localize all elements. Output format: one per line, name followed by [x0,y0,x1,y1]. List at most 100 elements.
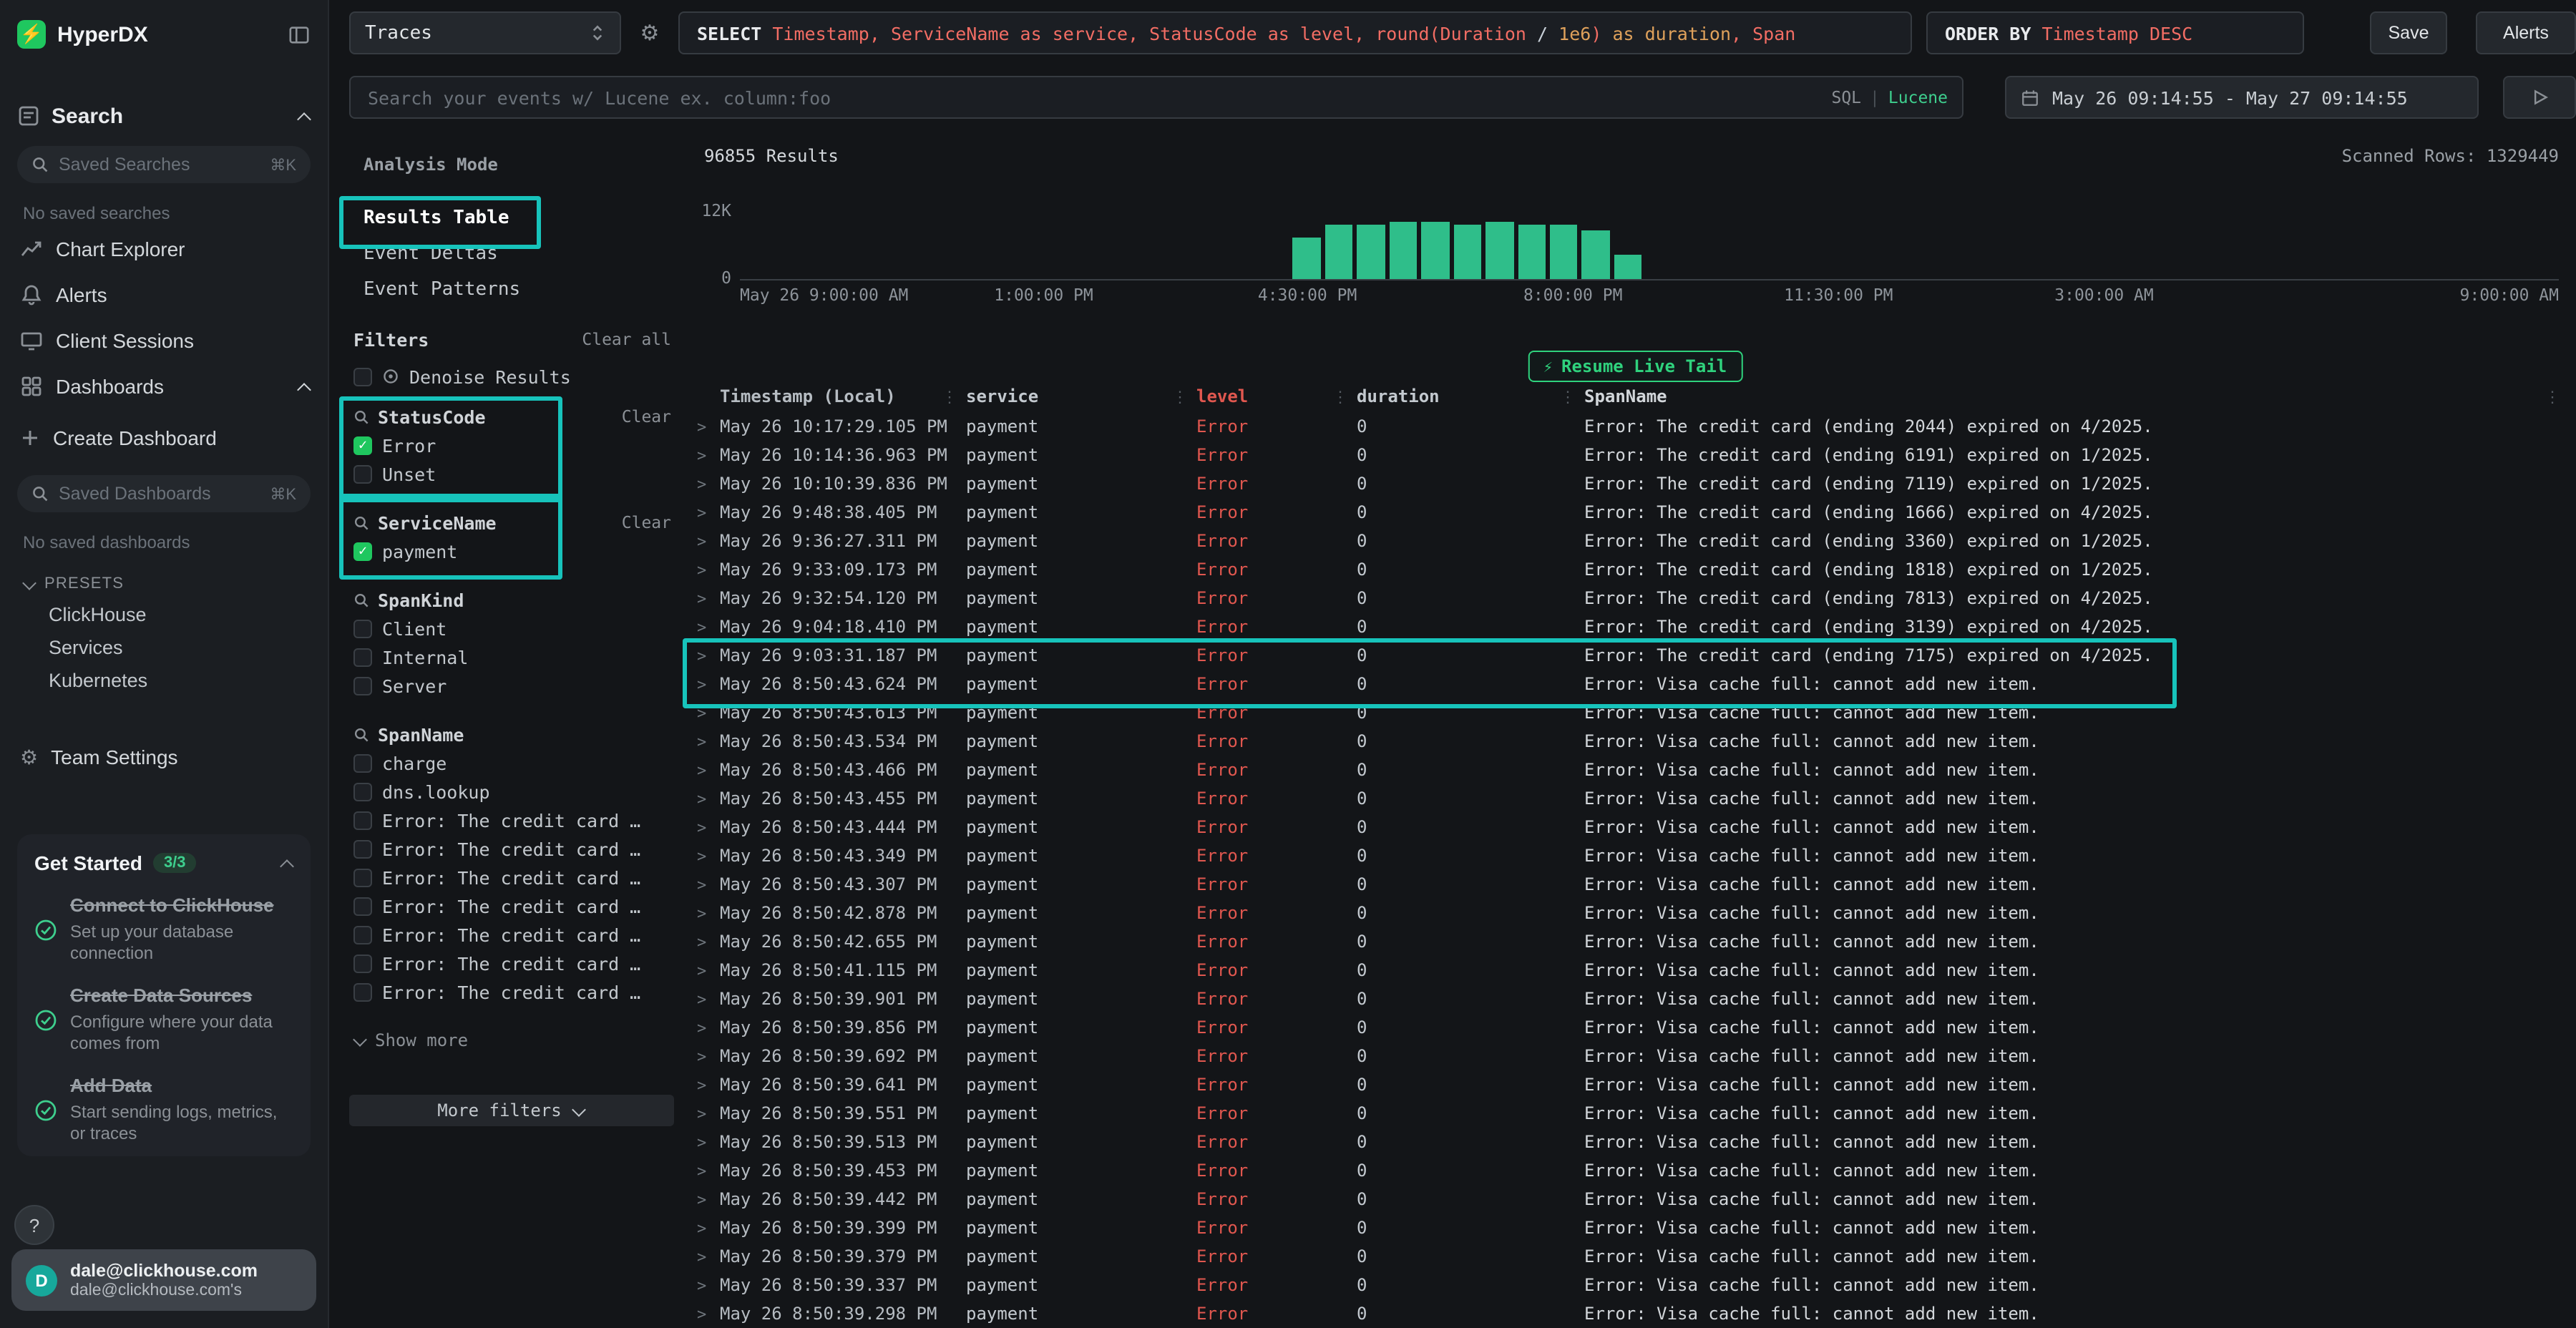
analysis-mode-results-table[interactable]: Results Table [343,200,680,236]
column-header[interactable]: Timestamp (Local)⋮ [720,386,966,406]
table-row[interactable]: >May 26 9:03:31.187 PMpaymentError0Error… [697,641,2569,670]
sql-query-input[interactable]: SELECT Timestamp, ServiceName as service… [678,11,1912,54]
alerts-button[interactable]: Alerts [2476,11,2576,54]
checkbox[interactable] [353,982,372,1001]
column-resize-handle[interactable]: ⋮ [2545,387,2560,406]
row-expand-chevron[interactable]: > [697,1247,720,1266]
source-settings-gear-icon[interactable]: ⚙ [635,20,664,46]
table-row[interactable]: >May 26 10:14:36.963 PMpaymentError0Erro… [697,441,2569,469]
analysis-mode-event-deltas[interactable]: Event Deltas [343,236,680,272]
saved-searches-input[interactable]: Saved Searches ⌘K [17,146,311,183]
facet-option[interactable]: Server [343,671,680,700]
sidebar-item-create-dashboard[interactable]: Create Dashboard [17,415,311,461]
column-header[interactable]: SpanName⋮ [1584,386,2569,406]
table-row[interactable]: >May 26 8:50:43.534 PMpaymentError0Error… [697,727,2569,756]
checkbox[interactable] [353,811,372,829]
row-expand-chevron[interactable]: > [697,417,720,436]
facet-option[interactable]: ✓Error [343,431,680,459]
analysis-mode-event-patterns[interactable]: Event Patterns [343,272,680,308]
table-row[interactable]: >May 26 9:32:54.120 PMpaymentError0Error… [697,584,2569,612]
sidebar-item-services[interactable]: Services [17,631,311,664]
table-row[interactable]: >May 26 8:50:39.901 PMpaymentError0Error… [697,985,2569,1013]
row-expand-chevron[interactable]: > [697,446,720,464]
column-header[interactable]: duration⋮ [1357,386,1584,406]
row-expand-chevron[interactable]: > [697,1047,720,1065]
row-expand-chevron[interactable]: > [697,732,720,751]
table-row[interactable]: >May 26 8:50:43.624 PMpaymentError0Error… [697,670,2569,698]
row-expand-chevron[interactable]: > [697,789,720,808]
row-expand-chevron[interactable]: > [697,1018,720,1037]
collapse-sidebar-icon[interactable] [288,24,311,45]
denoise-checkbox[interactable] [353,367,372,386]
user-menu[interactable]: D dale@clickhouse.com dale@clickhouse.co… [11,1249,316,1311]
table-row[interactable]: >May 26 8:50:39.856 PMpaymentError0Error… [697,1013,2569,1042]
column-resize-handle[interactable]: ⋮ [1172,387,1188,406]
facet-option[interactable]: Internal [343,643,680,671]
row-expand-chevron[interactable]: > [697,1276,720,1294]
table-row[interactable]: >May 26 8:50:39.379 PMpaymentError0Error… [697,1242,2569,1271]
presets-header[interactable]: PRESETS [23,575,311,592]
row-expand-chevron[interactable]: > [697,1104,720,1123]
order-by-input[interactable]: ORDER BY Timestamp DESC [1926,11,2304,54]
row-expand-chevron[interactable]: > [697,617,720,636]
facet-option[interactable]: Error: The credit card … [343,949,680,977]
checkbox[interactable] [353,782,372,801]
table-row[interactable]: >May 26 8:50:42.878 PMpaymentError0Error… [697,899,2569,927]
get-started-step[interactable]: Create Data Sources Configure where your… [34,983,293,1055]
row-expand-chevron[interactable]: > [697,589,720,607]
row-expand-chevron[interactable]: > [697,646,720,665]
sidebar-item-dashboards[interactable]: Dashboards [17,363,311,409]
get-started-step[interactable]: Connect to ClickHouse Set up your databa… [34,893,293,965]
facet-clear-link[interactable]: Clear [622,512,671,532]
table-row[interactable]: >May 26 8:50:39.641 PMpaymentError0Error… [697,1070,2569,1099]
column-header[interactable]: level⋮ [1196,386,1357,406]
row-expand-chevron[interactable]: > [697,846,720,865]
checkbox[interactable] [353,619,372,638]
row-expand-chevron[interactable]: > [697,961,720,980]
checkbox[interactable] [353,897,372,915]
column-resize-handle[interactable]: ⋮ [942,387,957,406]
table-row[interactable]: >May 26 9:33:09.173 PMpaymentError0Error… [697,555,2569,584]
row-expand-chevron[interactable]: > [697,990,720,1008]
checkbox[interactable] [353,676,372,695]
table-row[interactable]: >May 26 8:50:39.298 PMpaymentError0Error… [697,1299,2569,1328]
facet-option[interactable]: Error: The credit card … [343,806,680,834]
facet-option[interactable]: Error: The credit card … [343,834,680,863]
row-expand-chevron[interactable]: > [697,761,720,779]
checkbox[interactable] [353,753,372,772]
sidebar-item-client-sessions[interactable]: Client Sessions [17,318,311,363]
get-started-step[interactable]: Add Data Start sending logs, metrics, or… [34,1073,293,1145]
clear-all-link[interactable]: Clear all [582,329,671,349]
column-resize-handle[interactable]: ⋮ [1560,387,1576,406]
sidebar-item-chart-explorer[interactable]: Chart Explorer [17,226,311,272]
table-row[interactable]: >May 26 8:50:41.115 PMpaymentError0Error… [697,956,2569,985]
row-expand-chevron[interactable]: > [697,1075,720,1094]
run-query-button[interactable] [2503,76,2576,119]
resume-live-tail-button[interactable]: ⚡ Resume Live Tail [1528,351,1742,382]
facet-option[interactable]: Unset [343,459,680,488]
row-expand-chevron[interactable]: > [697,474,720,493]
chevron-up-icon[interactable] [298,380,311,393]
row-expand-chevron[interactable]: > [697,1133,720,1151]
table-row[interactable]: >May 26 10:10:39.836 PMpaymentError0Erro… [697,469,2569,498]
row-expand-chevron[interactable]: > [697,703,720,722]
column-header[interactable]: service⋮ [966,386,1196,406]
table-row[interactable]: >May 26 8:50:43.444 PMpaymentError0Error… [697,813,2569,841]
table-row[interactable]: >May 26 8:50:39.453 PMpaymentError0Error… [697,1156,2569,1185]
facet-option[interactable]: ✓payment [343,537,680,565]
table-row[interactable]: >May 26 8:50:43.613 PMpaymentError0Error… [697,698,2569,727]
denoise-results-toggle[interactable]: Denoise Results [343,362,680,391]
save-button[interactable]: Save [2370,11,2447,54]
table-row[interactable]: >May 26 8:50:39.551 PMpaymentError0Error… [697,1099,2569,1128]
date-range-picker[interactable]: May 26 09:14:55 - May 27 09:14:55 [2005,76,2479,119]
row-expand-chevron[interactable]: > [697,1304,720,1323]
search-input[interactable] [365,85,1948,109]
table-row[interactable]: >May 26 8:50:43.307 PMpaymentError0Error… [697,870,2569,899]
chevron-up-icon[interactable] [280,856,293,869]
row-expand-chevron[interactable]: > [697,875,720,894]
table-row[interactable]: >May 26 8:50:43.349 PMpaymentError0Error… [697,841,2569,870]
row-expand-chevron[interactable]: > [697,1161,720,1180]
row-expand-chevron[interactable]: > [697,1190,720,1209]
table-row[interactable]: >May 26 9:36:27.311 PMpaymentError0Error… [697,527,2569,555]
row-expand-chevron[interactable]: > [697,560,720,579]
